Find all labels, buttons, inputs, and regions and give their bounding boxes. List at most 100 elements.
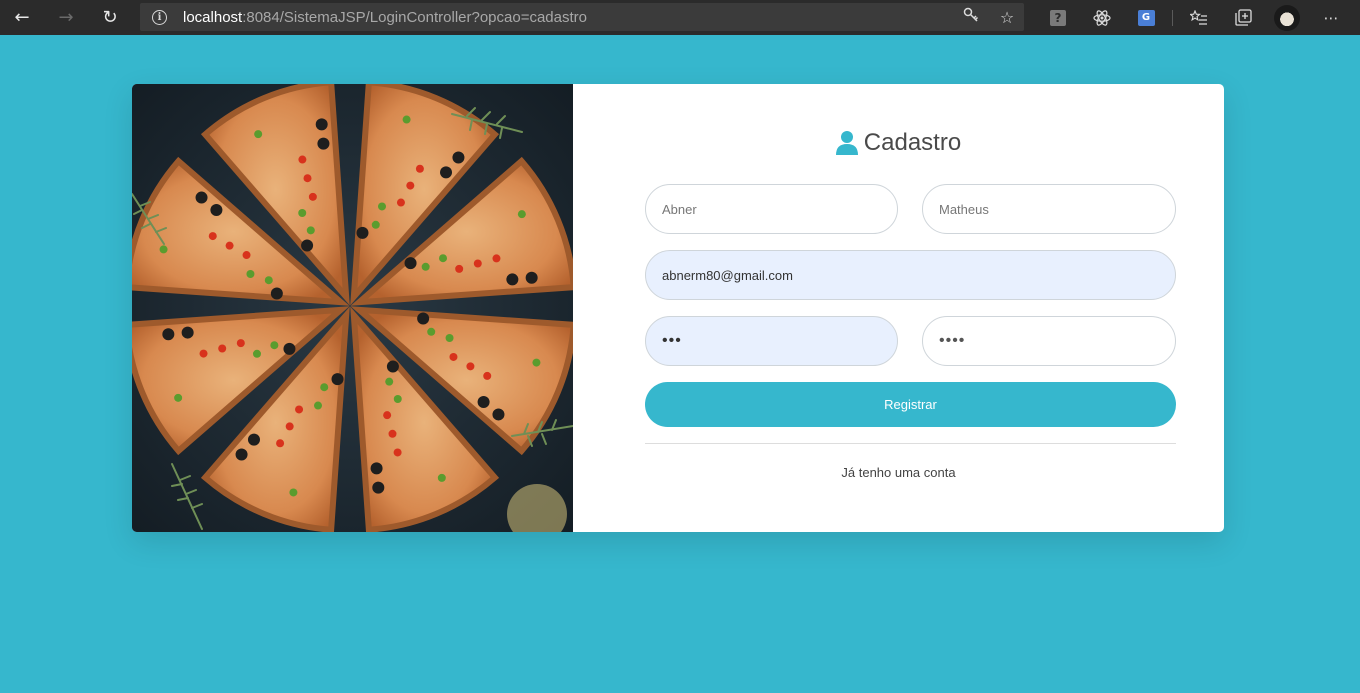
pizza-topping	[492, 408, 505, 421]
pizza-topping	[506, 273, 519, 286]
pizza-topping	[208, 232, 217, 241]
translate-extension-icon[interactable]: G	[1124, 0, 1168, 35]
pizza-topping	[372, 481, 385, 494]
pizza-topping	[393, 395, 402, 404]
key-icon[interactable]	[962, 7, 980, 27]
pizza-topping	[445, 333, 454, 342]
pizza-topping	[276, 439, 285, 448]
pizza-topping	[317, 137, 330, 150]
pizza-topping	[415, 164, 424, 173]
divider	[645, 443, 1176, 444]
pizza-topping	[386, 360, 399, 373]
pizza-topping	[517, 210, 526, 219]
register-card: Cadastro Registrar Já tenho uma conta	[132, 84, 1224, 532]
pizza-photo	[132, 84, 573, 532]
pizza-topping	[396, 198, 405, 207]
pizza-topping	[402, 115, 411, 124]
pizza-topping	[404, 257, 417, 270]
pizza-topping	[377, 202, 386, 211]
pizza-topping	[356, 226, 369, 239]
pizza-topping	[439, 254, 448, 263]
pizza-topping	[298, 208, 307, 217]
pizza-topping	[264, 276, 273, 285]
pizza-topping	[254, 130, 263, 139]
more-menu-icon[interactable]: ⋯	[1309, 0, 1353, 35]
pizza-topping	[383, 411, 392, 420]
info-icon[interactable]: i	[152, 9, 167, 25]
pizza-topping	[195, 191, 208, 204]
pizza-topping	[199, 349, 208, 358]
pizza-topping	[393, 448, 402, 457]
react-devtools-icon[interactable]	[1080, 0, 1124, 35]
pizza-topping	[417, 312, 430, 325]
pizza-topping	[218, 344, 227, 353]
browser-extensions: ? G ⋯	[1036, 0, 1353, 35]
login-link[interactable]: Já tenho uma conta	[573, 465, 1224, 480]
favorites-icon[interactable]	[1177, 0, 1221, 35]
collections-icon[interactable]	[1221, 0, 1265, 35]
pizza-topping	[320, 383, 329, 392]
toolbar-separator	[1172, 9, 1173, 26]
pizza-topping	[525, 271, 538, 284]
pizza-topping	[437, 473, 446, 482]
pizza-topping	[283, 342, 296, 355]
pizza-topping	[371, 220, 380, 229]
pizza-topping	[295, 405, 304, 414]
pizza-topping	[466, 362, 475, 371]
pizza-topping	[314, 401, 323, 410]
pizza-topping	[246, 270, 255, 279]
pizza-topping	[298, 155, 307, 164]
email-input[interactable]	[645, 250, 1176, 300]
pizza-topping	[247, 433, 260, 446]
pizza-topping	[427, 327, 436, 336]
pizza-topping	[235, 448, 248, 461]
pizza-topping	[301, 239, 314, 252]
pizza-topping	[331, 373, 344, 386]
pizza-topping	[406, 181, 415, 190]
pizza-topping	[181, 326, 194, 339]
pizza-topping	[174, 393, 183, 402]
forward-arrow-icon[interactable]: →	[44, 0, 88, 35]
first-name-input[interactable]	[645, 184, 898, 234]
profile-avatar[interactable]	[1265, 0, 1309, 35]
help-extension-icon[interactable]: ?	[1036, 0, 1080, 35]
pizza-topping	[483, 371, 492, 380]
pizza-topping	[455, 264, 464, 273]
pizza-topping	[225, 241, 234, 250]
back-arrow-icon[interactable]: ←	[0, 0, 44, 35]
pizza-topping	[289, 488, 298, 497]
url-path: :8084/SistemaJSP/LoginController?opcao=c…	[242, 8, 587, 26]
last-name-input[interactable]	[922, 184, 1176, 234]
star-icon[interactable]: ☆	[998, 8, 1016, 27]
register-button[interactable]: Registrar	[645, 382, 1176, 427]
pizza-topping	[440, 166, 453, 179]
password-input[interactable]	[645, 316, 898, 366]
pizza-topping	[285, 422, 294, 431]
user-icon	[835, 130, 858, 156]
pizza-topping	[162, 328, 175, 341]
pizza-topping	[388, 429, 397, 438]
browser-toolbar: ← → ↻ i localhost:8084/SistemaJSP/LoginC…	[0, 0, 1360, 35]
pizza-topping	[477, 396, 490, 409]
pizza-topping	[452, 151, 465, 164]
address-bar[interactable]: i localhost:8084/SistemaJSP/LoginControl…	[140, 3, 1024, 31]
pizza-topping	[370, 462, 383, 475]
refresh-icon[interactable]: ↻	[88, 0, 132, 35]
url-text[interactable]: localhost:8084/SistemaJSP/LoginControlle…	[183, 9, 587, 26]
pizza-topping	[210, 203, 223, 216]
pizza-topping	[306, 226, 315, 235]
url-host: localhost	[183, 8, 243, 26]
pizza-topping	[473, 259, 482, 268]
pizza-topping	[532, 358, 541, 367]
pizza-topping	[492, 254, 501, 263]
pizza-topping	[449, 352, 458, 361]
pizza-topping	[421, 262, 430, 271]
pizza-topping	[252, 349, 261, 358]
pizza-topping	[159, 245, 168, 254]
pizza-topping	[308, 192, 317, 201]
pizza-topping	[242, 251, 251, 260]
confirm-password-input[interactable]	[922, 316, 1176, 366]
pizza-topping	[385, 377, 394, 386]
pizza-topping	[303, 174, 312, 183]
pizza-topping	[270, 341, 279, 350]
